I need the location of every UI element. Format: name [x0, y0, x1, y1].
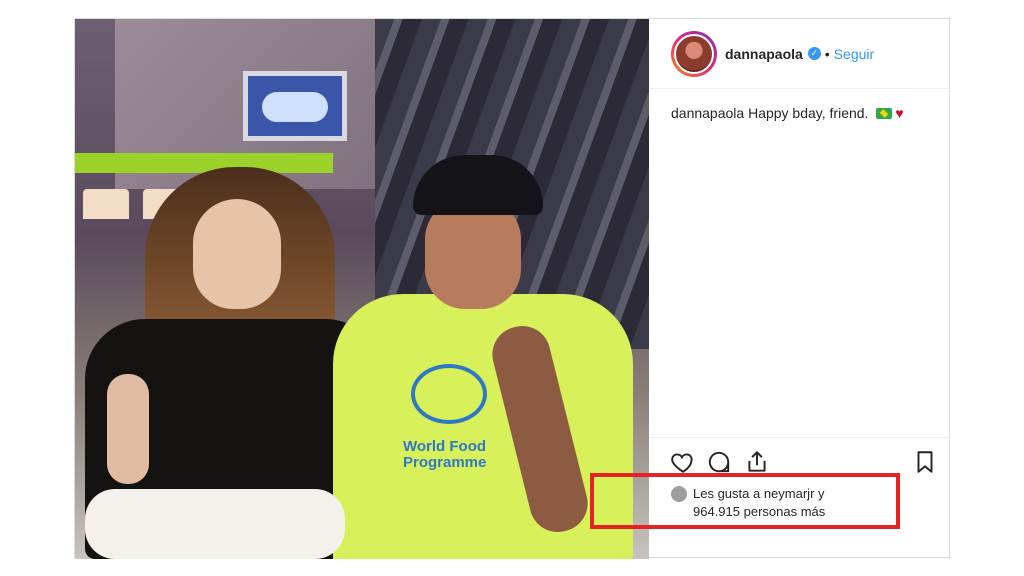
like-button[interactable] — [669, 448, 697, 476]
comment-icon — [708, 451, 730, 473]
avatar[interactable] — [671, 30, 717, 77]
share-button[interactable] — [743, 448, 771, 476]
comment-button[interactable] — [705, 448, 733, 476]
shirt-logo — [411, 364, 487, 424]
brazil-flag-icon — [876, 108, 893, 119]
person-left-face — [193, 199, 281, 309]
person-right-face — [425, 199, 521, 309]
avatar-image — [674, 33, 714, 74]
photo-tv — [243, 71, 347, 141]
separator-dot: • — [824, 45, 830, 62]
post-header: dannapaola ✓ • Seguir — [649, 19, 951, 89]
verified-badge-icon: ✓ — [807, 47, 821, 60]
person-right-shirt — [333, 294, 633, 559]
shirt-text: World Food Programme — [403, 438, 487, 471]
caption-username[interactable]: dannapaola — [671, 105, 744, 121]
highlight-box — [590, 473, 900, 529]
save-button[interactable] — [911, 448, 939, 476]
username-link[interactable]: dannapaola — [725, 46, 803, 62]
person-left-arm — [107, 374, 149, 484]
heart-emoji-icon: ♥ — [895, 105, 904, 121]
caption-text: Happy bday, friend. — [748, 105, 869, 121]
photo-cloth — [85, 489, 345, 559]
post-caption: dannapaola Happy bday, friend. ♥ — [671, 105, 941, 121]
person-right-cap — [413, 155, 543, 215]
post-photo[interactable]: World Food Programme — [75, 19, 649, 559]
bookmark-icon — [917, 451, 933, 473]
share-icon — [748, 451, 766, 472]
heart-outline-icon — [671, 453, 693, 473]
follow-button[interactable]: Seguir — [834, 46, 874, 62]
photo-person-right: World Food Programme — [333, 149, 633, 559]
